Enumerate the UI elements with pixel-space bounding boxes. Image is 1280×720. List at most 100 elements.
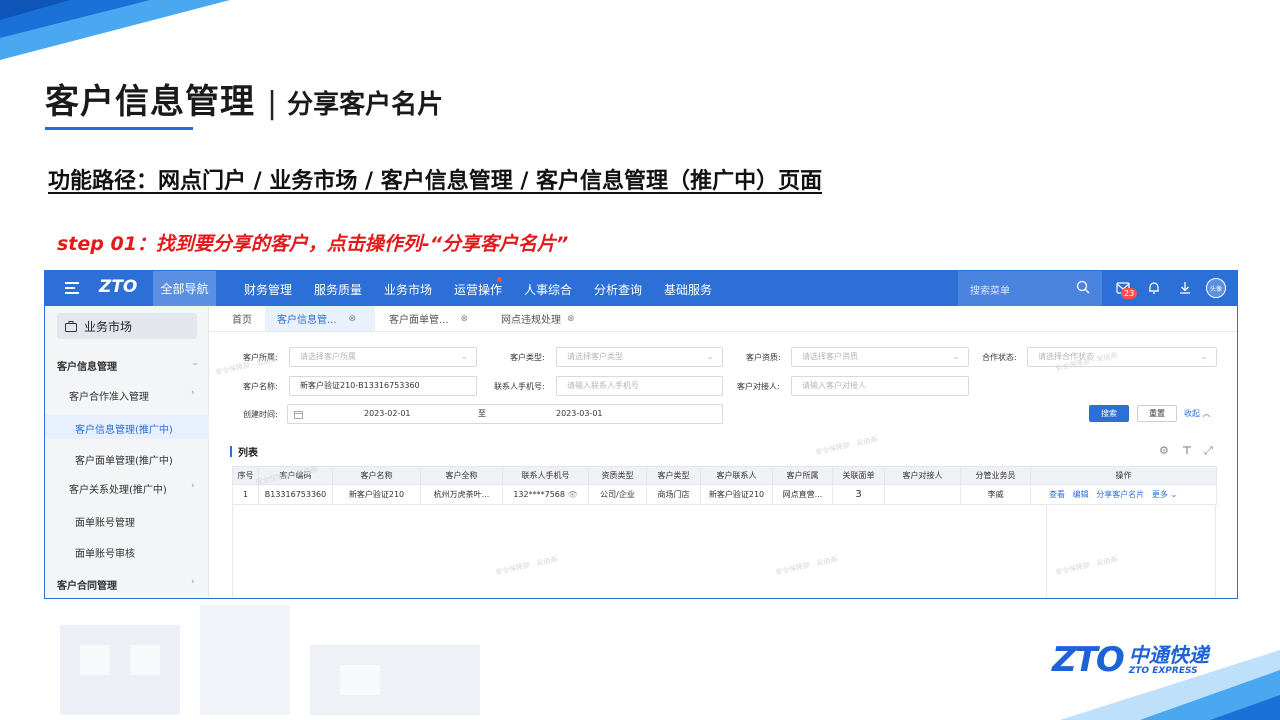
- dock-label: 客户对接人:: [737, 382, 780, 391]
- sidebar-item-cooperation-access[interactable]: 客户合作准入管理 ›: [45, 388, 209, 403]
- title-sub: 分享客户名片: [287, 90, 444, 120]
- customer-table: 序号 客户编码 客户名称 客户全称 联系人手机号 资质类型 客户类型 客户联系人…: [232, 466, 1217, 505]
- col-sales: 分管业务员: [960, 466, 1031, 485]
- function-path: 功能路径：网点门户 / 业务市场 / 客户信息管理 / 客户信息管理（推广中）页…: [48, 169, 823, 194]
- notification-dot: [497, 277, 502, 282]
- col-fullname: 客户全称: [420, 466, 503, 485]
- logo-cn: 中通快递: [1128, 642, 1209, 667]
- cell-ops: 查看 编辑 分享客户名片 更多 ⌄: [1030, 484, 1217, 505]
- name-input[interactable]: 新客户验证210-B13316753360: [289, 376, 477, 396]
- nav-business-market[interactable]: 业务市场: [384, 281, 432, 298]
- bell-icon[interactable]: [1147, 281, 1161, 295]
- type-select[interactable]: 请选择客户类型 ⌄: [556, 347, 723, 367]
- tab-bar: 首页 客户信息管... ⊗ 客户面单管... ⊗ 网点违规处理 ⊗: [209, 306, 1237, 332]
- created-label: 创建时间:: [243, 410, 278, 419]
- table-empty-area: [232, 505, 1216, 598]
- nav-analysis[interactable]: 分析查询: [594, 281, 642, 298]
- close-icon[interactable]: ⊗: [567, 314, 575, 324]
- tab-label: 网点违规处理: [501, 315, 561, 326]
- sidebar-item-customer-info[interactable]: 客户信息管理 ⌄: [45, 358, 209, 373]
- cell-sales: 李威: [960, 484, 1031, 505]
- sidebar-item-relations-promo[interactable]: 客户关系处理(推广中) ›: [45, 481, 209, 496]
- eye-icon[interactable]: 👁: [568, 490, 578, 499]
- reset-button[interactable]: 重置: [1137, 405, 1177, 422]
- table-header: 序号 客户编码 客户名称 客户全称 联系人手机号 资质类型 客户类型 客户联系人…: [232, 466, 1217, 485]
- avatar[interactable]: 头像: [1206, 278, 1226, 298]
- qual-label: 客户资质:: [746, 353, 781, 362]
- col-name: 客户名称: [332, 466, 421, 485]
- sidebar-item-customer-info-promo[interactable]: 客户信息管理(推广中): [45, 415, 209, 439]
- date-range-picker[interactable]: 2023-02-01 至 2023-03-01: [287, 404, 723, 424]
- sidebar-item-label: 面单账号管理: [75, 518, 135, 529]
- sidebar-item-waybill-account[interactable]: 面单账号管理: [45, 514, 209, 529]
- slide-title: 客户信息管理 | 分享客户名片: [45, 74, 444, 122]
- all-nav-button[interactable]: 全部导航: [153, 271, 216, 306]
- sidebar-item-label: 客户合同管理: [57, 581, 117, 592]
- cell-index: 1: [232, 484, 259, 505]
- tab-waybill[interactable]: 客户面单管... ⊗: [389, 306, 468, 331]
- edit-link[interactable]: 编辑: [1073, 490, 1089, 499]
- sidebar-item-waybill-audit[interactable]: 面单账号审核: [45, 545, 209, 560]
- chevron-down-icon: ⌄: [1200, 352, 1208, 362]
- phone-input[interactable]: 请输入联系人手机号: [556, 376, 723, 396]
- menu-icon[interactable]: [65, 280, 81, 296]
- tab-home[interactable]: 首页: [232, 306, 252, 331]
- menu-search-input[interactable]: 搜索菜单: [958, 271, 1102, 306]
- slide: 客户信息管理 | 分享客户名片 功能路径：网点门户 / 业务市场 / 客户信息管…: [0, 0, 1280, 720]
- type-placeholder: 请选择客户类型: [567, 352, 623, 361]
- nav-operations[interactable]: 运营操作: [454, 281, 502, 298]
- fullscreen-icon[interactable]: ⤢: [1204, 444, 1213, 458]
- dock-input[interactable]: 请输入客户对接人: [791, 376, 969, 396]
- cell-owner: 网点直营...: [772, 484, 833, 505]
- nav-finance[interactable]: 财务管理: [244, 281, 292, 298]
- search-icon[interactable]: [1076, 280, 1090, 294]
- search-button[interactable]: 搜索: [1089, 405, 1129, 422]
- nav-hr[interactable]: 人事综合: [524, 281, 572, 298]
- share-card-link[interactable]: 分享客户名片: [1096, 490, 1144, 499]
- sidebar-header[interactable]: 业务市场: [57, 313, 197, 339]
- more-link[interactable]: 更多 ⌄: [1152, 490, 1177, 499]
- collapse-button[interactable]: 收起 ︿: [1184, 408, 1211, 419]
- sidebar-item-label: 客户信息管理: [57, 362, 117, 373]
- tab-label: 客户面单管...: [389, 315, 449, 326]
- view-link[interactable]: 查看: [1049, 490, 1065, 499]
- cell-linked-waybill[interactable]: 3: [832, 484, 885, 505]
- column-height-icon[interactable]: ⊤: [1182, 444, 1192, 457]
- qual-select[interactable]: 请选择客户资质 ⌄: [791, 347, 969, 367]
- col-type: 客户类型: [646, 466, 701, 485]
- col-phone: 联系人手机号: [502, 466, 589, 485]
- sidebar-item-label: 面单账号审核: [75, 549, 135, 560]
- calendar-icon: [294, 411, 303, 419]
- coop-label: 合作状态:: [982, 353, 1017, 362]
- cell-code: B13316753360: [258, 484, 333, 505]
- date-start: 2023-02-01: [364, 409, 411, 418]
- nav-service-quality[interactable]: 服务质量: [314, 281, 362, 298]
- list-title: 列表: [238, 448, 258, 459]
- list-title-bar: [230, 446, 232, 457]
- cell-contact: 新客户验证210: [700, 484, 773, 505]
- owner-placeholder: 请选择客户所属: [300, 352, 356, 361]
- sidebar-item-waybill-promo[interactable]: 客户面单管理(推广中): [45, 452, 209, 467]
- close-icon[interactable]: ⊗: [461, 314, 469, 324]
- corner-decoration: [0, 0, 230, 60]
- chevron-right-icon: ›: [191, 481, 195, 491]
- cell-dock: [884, 484, 961, 505]
- step-instruction: step 01：找到要分享的客户，点击操作列-“分享客户名片”: [57, 233, 569, 255]
- sidebar-item-label: 客户合作准入管理: [69, 392, 149, 403]
- close-icon[interactable]: ⊗: [349, 314, 357, 324]
- col-contact: 客户联系人: [700, 466, 773, 485]
- download-icon[interactable]: [1178, 281, 1192, 295]
- col-dock: 客户对接人: [884, 466, 961, 485]
- zto-logo: ZTO 中通快递 ZTO EXPRESS: [1052, 640, 1222, 680]
- tab-violation[interactable]: 网点违规处理 ⊗: [501, 306, 575, 331]
- date-separator: 至: [478, 409, 486, 418]
- sidebar-item-label: 客户信息管理(推广中): [75, 425, 173, 436]
- logo-en: ZTO EXPRESS: [1128, 665, 1198, 676]
- sidebar-item-contract[interactable]: 客户合同管理 ›: [45, 577, 209, 592]
- owner-select[interactable]: 请选择客户所属 ⌄: [289, 347, 477, 367]
- tab-label: 首页: [232, 315, 252, 326]
- tab-customer-info[interactable]: 客户信息管... ⊗: [265, 306, 375, 331]
- settings-icon[interactable]: ⚙: [1159, 444, 1169, 457]
- chevron-down-icon: ⌄: [191, 358, 199, 368]
- nav-basic-service[interactable]: 基础服务: [664, 281, 712, 298]
